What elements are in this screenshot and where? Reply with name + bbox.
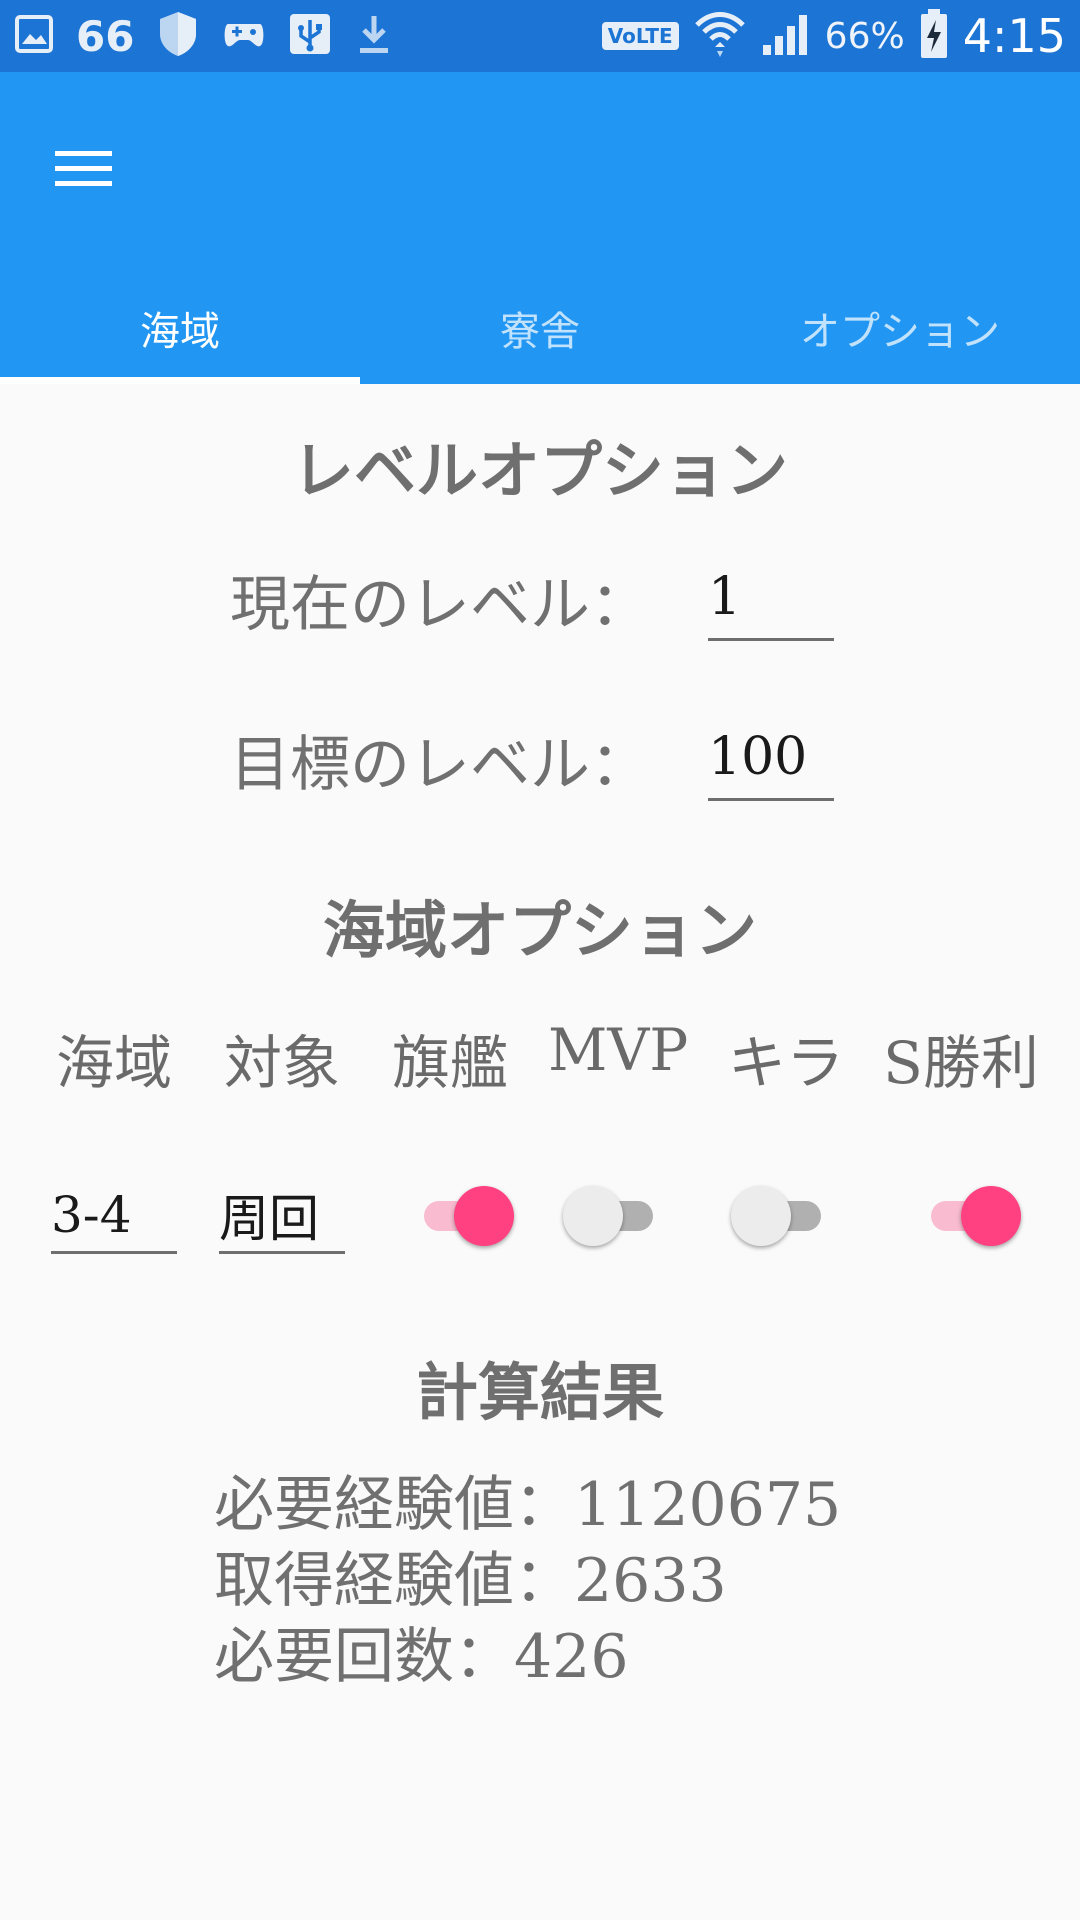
flagship-switch[interactable] xyxy=(414,1184,514,1248)
column-flagship: 旗艦 xyxy=(391,1029,508,1097)
gallery-icon xyxy=(14,14,54,58)
results-title: 計算結果 xyxy=(415,1356,664,1429)
target-input[interactable] xyxy=(219,1179,345,1254)
battery-charging-icon xyxy=(919,8,949,64)
current-level-label: 現在のレベル： xyxy=(230,570,650,640)
column-mvp: MVP xyxy=(548,1016,689,1084)
mvp-switch[interactable] xyxy=(563,1184,663,1248)
download-icon xyxy=(354,12,394,60)
tab-sea-area[interactable]: 海域 xyxy=(0,272,360,384)
app-bar: 海域 寮舎 オプション xyxy=(0,72,1080,384)
column-target: 対象 xyxy=(223,1029,340,1097)
clock: 4:15 xyxy=(962,9,1066,63)
required-exp: 必要経験値：1120675 xyxy=(214,1470,842,1540)
column-s-victory: S勝利 xyxy=(883,1029,1039,1097)
s-victory-switch[interactable] xyxy=(921,1184,1021,1248)
wifi-icon xyxy=(693,9,747,63)
column-kira: キラ xyxy=(727,1029,844,1097)
level-options-title: レベルオプション xyxy=(291,434,788,507)
volte-badge: VoLTE xyxy=(601,22,679,50)
status-bar: 66 VoLTE 66% 4:15 xyxy=(0,0,1080,72)
tab-options[interactable]: オプション xyxy=(720,272,1080,384)
battery-percent: 66% xyxy=(824,15,905,57)
hamburger-menu-icon[interactable] xyxy=(40,124,128,212)
shield-icon xyxy=(156,10,200,62)
sea-options-title: 海域オプション xyxy=(322,894,757,967)
notification-count: 66 xyxy=(76,11,135,61)
usb-icon xyxy=(288,12,332,60)
tab-bar: 海域 寮舎 オプション xyxy=(0,272,1080,384)
gained-exp: 取得経験値：2633 xyxy=(214,1546,727,1616)
game-controller-icon xyxy=(222,14,266,58)
required-runs: 必要回数：426 xyxy=(214,1622,629,1692)
current-level-input[interactable] xyxy=(708,560,834,641)
signal-icon xyxy=(761,11,811,61)
kira-switch[interactable] xyxy=(731,1184,831,1248)
column-sea-area: 海域 xyxy=(55,1029,172,1097)
target-level-input[interactable] xyxy=(708,720,834,801)
sea-area-input[interactable] xyxy=(51,1179,177,1254)
target-level-label: 目標のレベル： xyxy=(230,730,650,800)
tab-dormitory[interactable]: 寮舎 xyxy=(360,272,720,384)
